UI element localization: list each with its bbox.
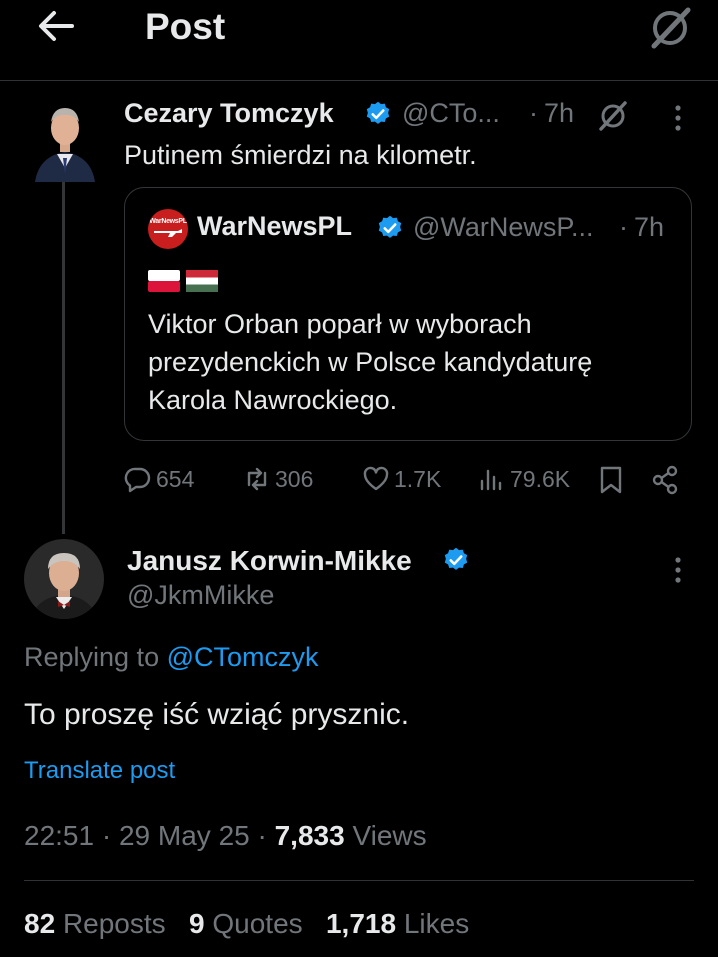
more-options-icon[interactable] <box>668 556 688 584</box>
repost-count: 306 <box>275 465 314 492</box>
thread-line <box>62 182 65 534</box>
reply-author-handle[interactable]: @JkmMikke <box>127 580 274 611</box>
reposts-stat[interactable]: 82 Reposts <box>24 908 166 939</box>
reply-button[interactable]: 654 <box>124 465 194 493</box>
post-meta: 22:51 · 29 May 25 · 7,833 Views <box>24 820 427 852</box>
views-button[interactable]: 79.6K <box>478 465 570 493</box>
like-button[interactable]: 1.7K <box>362 465 441 493</box>
grok-button[interactable] <box>646 4 694 52</box>
separator-dot: · <box>101 820 112 851</box>
reply-text: To proszę iść wziąć prysznic. <box>24 698 410 731</box>
arrow-left-icon <box>39 11 74 41</box>
verified-badge-icon <box>444 547 468 570</box>
views-count: 79.6K <box>510 465 571 492</box>
avatar-cezary-tomczyk[interactable] <box>33 98 97 182</box>
replying-to-handle[interactable]: @CTomczyk <box>167 642 319 672</box>
header-divider <box>0 80 718 81</box>
repost-icon <box>247 467 267 491</box>
quoted-handle[interactable]: @WarNewsP... <box>413 212 593 243</box>
post-date[interactable]: 29 May 25 <box>119 820 250 851</box>
author-handle[interactable]: @CTo... <box>402 98 500 129</box>
verified-badge-icon <box>366 101 390 124</box>
rifle-logo-icon <box>154 229 182 237</box>
separator-dot: · <box>257 820 267 851</box>
likes-stat[interactable]: 1,718 Likes <box>326 908 469 939</box>
replying-to-label: Replying to <box>24 642 160 672</box>
reply-count: 654 <box>156 465 195 492</box>
quoted-text: Viktor Orban poparł w wyborach prezydenc… <box>148 305 688 419</box>
views-count: 7,833 <box>274 820 345 851</box>
avatar-warnewspl[interactable]: WarNewsPL <box>148 209 188 249</box>
share-icon[interactable] <box>651 465 679 495</box>
poland-hungary-flags-icon <box>148 270 218 292</box>
analytics-icon <box>480 469 502 491</box>
author-name[interactable]: Cezary Tomczyk <box>124 98 334 128</box>
post-time[interactable]: 22:51 <box>24 820 94 851</box>
like-count: 1.7K <box>394 465 442 492</box>
reply-author-name[interactable]: Janusz Korwin-Mikke <box>127 545 412 577</box>
quoted-text-line-2: prezydenckich w Polsce kandydaturę <box>148 347 593 377</box>
likes-label: Likes <box>403 908 470 939</box>
translate-post-link[interactable]: Translate post <box>24 757 175 785</box>
quotes-count: 9 <box>189 908 205 939</box>
quoted-author-name[interactable]: WarNewsPL <box>197 211 352 242</box>
separator-dot: · <box>529 98 538 128</box>
grok-icon[interactable] <box>596 100 630 132</box>
likes-count: 1,718 <box>325 908 397 939</box>
quoted-time: 7h <box>634 212 665 242</box>
bookmark-icon[interactable] <box>598 465 624 495</box>
avatar-janusz-korwin-mikke[interactable] <box>24 539 104 619</box>
separator-dot: · <box>619 212 628 242</box>
quoted-text-line-3: Karola Nawrockiego. <box>148 385 398 415</box>
quotes-stat[interactable]: 9 Quotes <box>189 908 303 939</box>
reposts-label: Reposts <box>62 908 166 939</box>
page-title: Post <box>145 6 226 47</box>
quotes-label: Quotes <box>212 908 303 939</box>
heart-icon <box>363 466 389 491</box>
repost-button[interactable]: 306 <box>243 465 313 493</box>
reply-icon <box>124 467 151 493</box>
quoted-text-line-1: Viktor Orban poparł w wyborach <box>148 309 532 339</box>
flags: 🇵🇱🇭🇺 <box>148 268 218 294</box>
post-text: Putinem śmierdzi na kilometr. <box>124 140 477 170</box>
verified-badge-icon <box>378 215 402 238</box>
views-label: Views <box>352 820 427 851</box>
reposts-count: 82 <box>24 908 56 939</box>
grok-icon <box>651 7 691 49</box>
post-header: Cezary Tomczyk <box>124 98 334 129</box>
more-options-icon[interactable] <box>668 104 688 132</box>
post-time[interactable]: 7h <box>544 98 574 129</box>
stats-divider <box>24 880 694 881</box>
back-button[interactable] <box>36 8 76 44</box>
avatar-logo-text: WarNewsPL <box>149 218 187 225</box>
replying-to: Replying to @CTomczyk <box>24 642 319 673</box>
stats-bar: 82 Reposts 9 Quotes 1,718 Likes <box>24 908 469 940</box>
